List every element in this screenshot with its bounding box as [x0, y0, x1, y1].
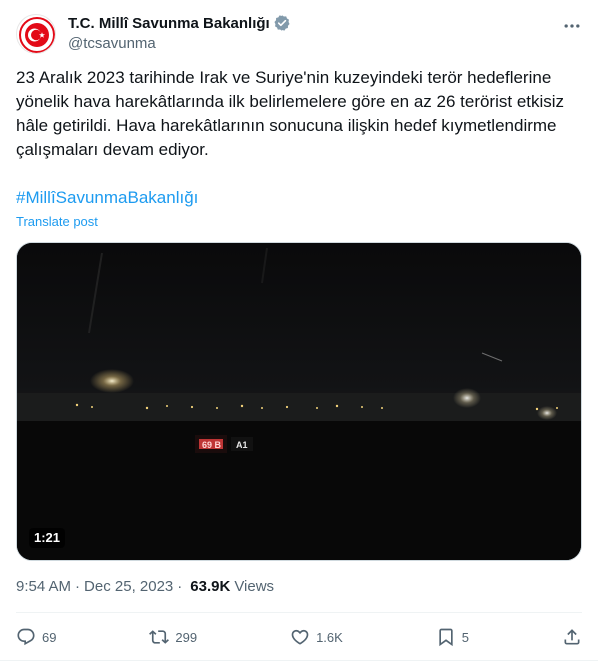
share-icon: [564, 629, 580, 645]
action-bar: 69 299 1.6K 5: [16, 614, 582, 660]
heart-icon: [291, 629, 309, 645]
translate-post-link[interactable]: Translate post: [16, 214, 98, 230]
video-frame: 69 B A1: [17, 243, 581, 560]
handle[interactable]: @tcsavunma: [68, 35, 291, 55]
svg-text:A1: A1: [236, 440, 248, 450]
repost-count: 299: [175, 629, 198, 645]
bookmark-icon: [439, 628, 453, 647]
video-player[interactable]: 69 B A1 1:21: [16, 242, 582, 561]
like-count: 1.6K: [316, 629, 343, 645]
hashtag-link[interactable]: #MillîSavunmaBakanlığı: [16, 186, 198, 210]
ministry-emblem-icon: [19, 17, 55, 53]
svg-text:69 B: 69 B: [202, 440, 222, 450]
repost-button[interactable]: 299: [149, 627, 197, 647]
bookmark-count: 5: [461, 629, 470, 645]
reply-count: 69: [42, 629, 57, 645]
separator-dot: ·: [177, 578, 183, 595]
tweet-body: 23 Aralık 2023 tarihinde Irak ve Suriye'…: [16, 68, 565, 159]
views-label: Views: [234, 578, 275, 595]
more-options-icon[interactable]: [562, 16, 582, 36]
views-count: 63.9K: [190, 578, 231, 595]
divider: [16, 612, 582, 613]
repost-icon: [149, 630, 170, 644]
post-time[interactable]: 9:54 AM: [16, 577, 71, 597]
bookmark-button[interactable]: 5: [436, 627, 469, 647]
separator-dot: ·: [75, 578, 81, 595]
reply-button[interactable]: 69: [16, 627, 56, 647]
like-button[interactable]: 1.6K: [290, 627, 343, 647]
video-duration: 1:21: [29, 528, 66, 548]
post-date[interactable]: Dec 25, 2023: [84, 577, 173, 597]
share-button[interactable]: [562, 627, 582, 647]
display-name[interactable]: T.C. Millî Savunma Bakanlığı: [68, 15, 270, 32]
tweet-meta: 9:54 AM · Dec 25, 2023 · 63.9K Views: [16, 577, 274, 597]
reply-icon: [17, 628, 35, 646]
avatar[interactable]: [16, 14, 56, 54]
tweet-text: 23 Aralık 2023 tarihinde Irak ve Suriye'…: [16, 66, 582, 162]
verified-badge-icon[interactable]: [273, 14, 291, 32]
tweet-header: T.C. Millî Savunma Bakanlığı @tcsavunma: [16, 12, 582, 56]
